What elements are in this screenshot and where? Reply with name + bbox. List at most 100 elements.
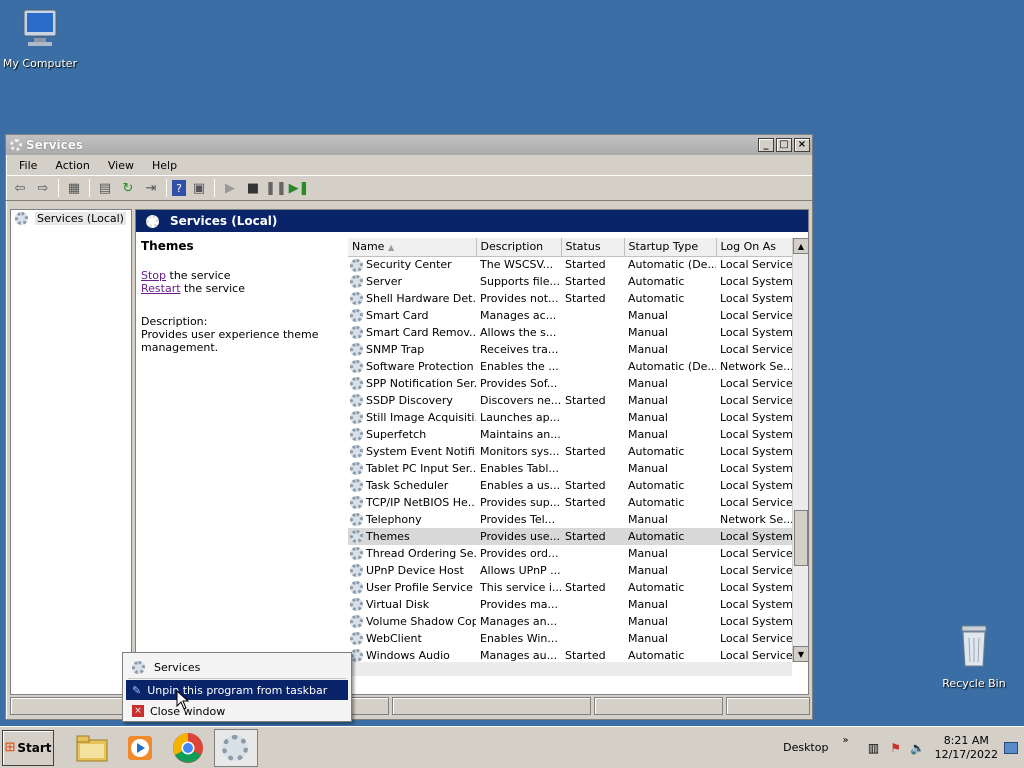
table-row[interactable]: Task Scheduler Enables a us... Started Auto… xyxy=(348,477,808,494)
table-row[interactable]: Superfetch Maintains an... Manual Local Sys… xyxy=(348,426,808,443)
stop-service-icon[interactable]: ■ xyxy=(243,178,263,198)
maximize-button[interactable]: □ xyxy=(776,138,792,152)
cell-status: Started xyxy=(565,258,606,272)
table-row[interactable]: Still Image Acquisiti... Launches ap... Ma… xyxy=(348,409,808,426)
table-row[interactable]: System Event Notifi... Monitors sys... Sta… xyxy=(348,443,808,460)
cell-startup-type: Automatic xyxy=(628,275,685,288)
table-row[interactable]: Volume Shadow Copy Manages an... Manual Loc… xyxy=(348,613,808,630)
close-button[interactable]: × xyxy=(794,138,810,152)
start-label: Start xyxy=(17,740,52,755)
cell-name: Windows Audio xyxy=(348,647,476,662)
table-row[interactable]: Security Center The WSCSV... Started Automa… xyxy=(348,256,808,273)
menu-action[interactable]: Action xyxy=(46,159,98,172)
table-row[interactable]: Server Supports file... Started Automatic Lo… xyxy=(348,273,808,290)
action-center-icon[interactable]: ⚑ xyxy=(888,740,904,756)
cell-startup-type: Manual xyxy=(628,615,668,628)
table-row[interactable]: Telephony Provides Tel... Manual Network Se… xyxy=(348,511,808,528)
column-header-startup-type[interactable]: Startup Type xyxy=(624,238,717,257)
table-row[interactable]: Smart Card Remov... Allows the s... Manual… xyxy=(348,324,808,341)
table-row[interactable]: User Profile Service This service i... Sta… xyxy=(348,579,808,596)
cell-startup-type: Automatic xyxy=(624,528,716,545)
show-hide-action-pane-icon[interactable]: ▣ xyxy=(189,178,209,198)
cell-status xyxy=(561,307,624,324)
vertical-scrollbar[interactable]: ▲ ▼ xyxy=(792,238,809,662)
console-tree-icon[interactable]: ▦ xyxy=(64,178,84,198)
services-gear-icon xyxy=(350,530,363,544)
cell-description: Allows the s... xyxy=(480,326,557,339)
sort-ascending-icon: ▲ xyxy=(387,243,395,253)
stop-service-link[interactable]: Stop xyxy=(141,269,166,282)
scroll-thumb[interactable] xyxy=(794,510,808,566)
services-gear-icon xyxy=(350,598,363,612)
toolbar: ⇦ ⇨ ▦ ▤ ↻ ⇥ ? ▣ ▶ ■ ❚❚ ▶❚ xyxy=(6,175,812,201)
menu-view[interactable]: View xyxy=(99,159,143,172)
cell-startup-type: Manual xyxy=(628,411,668,424)
chevron-right-icon[interactable]: » xyxy=(842,735,848,746)
forward-arrow-icon[interactable]: ⇨ xyxy=(33,178,53,198)
table-row[interactable]: Thread Ordering Se... Provides ord... Manu… xyxy=(348,545,808,562)
table-row[interactable]: Shell Hardware Det... Provides not... Star… xyxy=(348,290,808,307)
table-row[interactable]: SNMP Trap Receives tra... Manual Local Serv… xyxy=(348,341,808,358)
restart-service-link[interactable]: Restart xyxy=(141,282,181,295)
menu-item-unpin[interactable]: ✎ Unpin this program from taskbar xyxy=(126,680,348,700)
export-list-icon[interactable]: ⇥ xyxy=(141,178,161,198)
network-icon[interactable]: ▥ xyxy=(866,740,882,756)
menu-help[interactable]: Help xyxy=(143,159,186,172)
taskbar-jump-list-menu: Services ✎ Unpin this program from taskb… xyxy=(122,652,352,722)
tree-node-services-local[interactable]: Services (Local) xyxy=(11,210,131,227)
table-row[interactable]: TCP/IP NetBIOS He... Provides sup... Start… xyxy=(348,494,808,511)
cell-startup-type: Manual xyxy=(628,377,668,390)
cell-name: SPP Notification Ser... xyxy=(348,375,476,392)
show-desktop-button[interactable] xyxy=(1004,741,1018,754)
menu-bar: File Action View Help xyxy=(6,155,812,175)
services-gear-icon xyxy=(350,394,363,408)
taskbar-chrome[interactable] xyxy=(166,729,210,767)
table-row[interactable]: Smart Card Manages ac... Manual Local Servi… xyxy=(348,307,808,324)
my-computer-desktop-icon[interactable]: My Computer xyxy=(0,8,80,70)
menu-item-services[interactable]: Services xyxy=(126,657,348,677)
properties-icon[interactable]: ▤ xyxy=(95,178,115,198)
help-icon[interactable]: ? xyxy=(172,180,186,196)
start-service-icon[interactable]: ▶ xyxy=(220,178,240,198)
taskbar-explorer[interactable] xyxy=(70,729,114,767)
table-row[interactable]: UPnP Device Host Allows UPnP ... Manual Loc… xyxy=(348,562,808,579)
cell-description: Enables Tabl... xyxy=(480,462,559,475)
services-gear-icon xyxy=(350,479,363,493)
table-row[interactable]: SSDP Discovery Discovers ne... Started Manu… xyxy=(348,392,808,409)
refresh-icon[interactable]: ↻ xyxy=(118,178,138,198)
table-row[interactable]: Windows Audio Manages au... Started Automat… xyxy=(348,647,808,662)
table-row[interactable]: Software Protection Enables the ... Automa… xyxy=(348,358,808,375)
restart-service-icon[interactable]: ▶❚ xyxy=(289,178,310,198)
horizontal-scrollbar[interactable] xyxy=(348,662,792,676)
cell-startup-type: Manual xyxy=(628,547,668,560)
menu-item-close-window[interactable]: × Close window xyxy=(126,701,348,721)
scroll-down-arrow-icon[interactable]: ▼ xyxy=(793,646,809,662)
clock[interactable]: 8:21 AM 12/17/2022 xyxy=(935,734,998,762)
cell-name: Software Protection xyxy=(348,358,476,375)
volume-icon[interactable]: 🔈 xyxy=(910,740,926,756)
taskbar-media-player[interactable] xyxy=(118,729,162,767)
back-arrow-icon[interactable]: ⇦ xyxy=(10,178,30,198)
cell-status xyxy=(561,460,624,477)
pause-service-icon[interactable]: ❚❚ xyxy=(265,178,287,198)
minimize-button[interactable]: _ xyxy=(758,138,774,152)
desktop-toolbar-label[interactable]: Desktop xyxy=(783,741,828,754)
start-button[interactable]: ⊞ Start xyxy=(2,729,54,766)
cell-startup-type: Manual xyxy=(628,428,668,441)
cell-name: Smart Card xyxy=(348,307,476,324)
column-header-description[interactable]: Description xyxy=(476,238,562,257)
title-bar[interactable]: Services _ □ × xyxy=(6,135,812,155)
column-header-status[interactable]: Status xyxy=(561,238,625,257)
table-row[interactable]: Themes Provides use... Started Automatic Loc… xyxy=(348,528,808,545)
taskbar-services[interactable] xyxy=(214,728,258,767)
table-row[interactable]: WebClient Enables Win... Manual Local Servi… xyxy=(348,630,808,647)
scroll-up-arrow-icon[interactable]: ▲ xyxy=(793,238,809,254)
menu-file[interactable]: File xyxy=(10,159,46,172)
table-row[interactable]: Tablet PC Input Ser... Enables Tabl... Man… xyxy=(348,460,808,477)
table-row[interactable]: SPP Notification Ser... Provides Sof... Ma… xyxy=(348,375,808,392)
table-row[interactable]: Virtual Disk Provides ma... Manual Local Sy… xyxy=(348,596,808,613)
recycle-bin-desktop-icon[interactable]: Recycle Bin xyxy=(934,622,1014,690)
column-header-name[interactable]: Name ▲ xyxy=(348,238,477,257)
media-player-icon xyxy=(128,735,152,760)
services-gear-icon xyxy=(221,734,248,761)
